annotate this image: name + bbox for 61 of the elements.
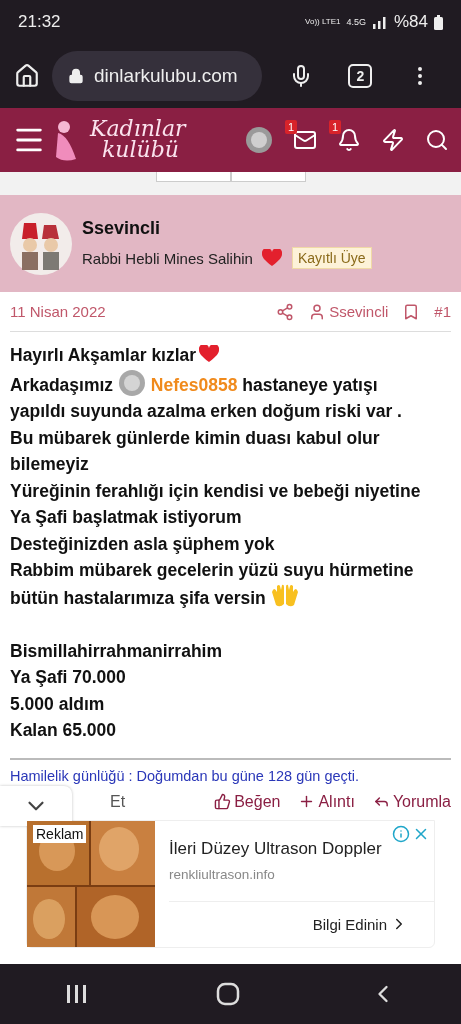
mail-icon[interactable] (293, 128, 317, 152)
post-text: Kalan 65.000 (10, 719, 117, 742)
home-button-icon[interactable] (215, 982, 240, 1006)
ad-title: İleri Düzey Ultrason Doppler (169, 838, 383, 859)
avatar-icon[interactable] (245, 126, 273, 154)
post-text: Rabbim mübarek gecelerin yüzü suyu hürmetine (10, 559, 414, 582)
post-number[interactable]: #1 (434, 303, 451, 320)
clock: 21:32 (18, 12, 61, 32)
collapse-button[interactable] (0, 785, 72, 826)
signal-icon (371, 15, 388, 29)
post-text: Ya Şafi 70.000 (10, 666, 126, 689)
tab-count-button[interactable]: 2 (348, 64, 373, 88)
post-text: Bu mübarek günlerde kimin duası kabul olur (10, 426, 380, 450)
post-text: Desteğinizden asla şüphem yok (10, 532, 275, 556)
post-text: bütün hastalarımıza şifa versin (10, 586, 266, 610)
post-action[interactable]: Alıntı (298, 792, 355, 811)
battery-percent: %84 (393, 12, 428, 32)
post-date[interactable]: 11 Nisan 2022 (10, 303, 106, 320)
post-action[interactable]: Yorumla (372, 792, 451, 811)
lightning-icon[interactable] (381, 128, 405, 152)
post-text: Bismillahirrahmanirrahim (10, 639, 223, 663)
user-signature: Rabbi Hebli Mines Salihin (82, 249, 253, 267)
share-icon[interactable] (276, 302, 295, 321)
raised-hands-icon (269, 583, 300, 608)
home-icon[interactable] (14, 63, 40, 89)
signature-text: Hamilelik günlüğü : Doğumdan bu güne 128 gün geçti. (10, 757, 451, 784)
post-text: Yüreğinin ferahlığı için kendisi ve bebeği niyetine (10, 479, 421, 503)
author-link[interactable]: Ssevincli (308, 302, 389, 321)
doll-logo-icon (54, 119, 78, 161)
mention-avatar-icon (118, 368, 146, 397)
ad-domain: renkliultrason.info (169, 866, 276, 882)
info-icon[interactable] (392, 824, 410, 843)
heart-icon (261, 249, 282, 267)
url-text: dinlarkulubu.com (94, 65, 238, 87)
post-text: Arkadaşımız (10, 373, 114, 397)
post-text: 5.000 aldım (10, 692, 105, 716)
alert-count: 1 (329, 120, 342, 134)
battery-icon (434, 14, 443, 30)
ad-card[interactable]: Reklam İleri Düzey Ultrason Doppler renkliultrason.info Bilgi Edinin (26, 819, 435, 948)
post-text: yapıldı suyunda azalma erken doğum riski var . (10, 400, 402, 423)
post-text: Hayırlı Akşamlar kızlar (10, 344, 197, 367)
message-count: 1 (285, 120, 298, 134)
post-text: hastaneye yatışı (242, 373, 378, 397)
heart-icon (199, 345, 220, 363)
recent-apps-icon[interactable] (64, 983, 87, 1005)
post-text: bilemeyiz (10, 453, 89, 476)
user-title-tag: Kayıtlı Üye (291, 247, 372, 269)
post-text: Ya Şafi başlatmak istiyorum (10, 506, 242, 529)
thumbs-up-icon (214, 793, 232, 810)
lock-icon (68, 68, 84, 84)
user-avatar (10, 212, 72, 275)
network-label: Vo)) LTE1 (305, 18, 341, 26)
post-action[interactable]: Beğen (214, 792, 281, 811)
username[interactable]: Ssevincli (82, 218, 372, 239)
report-link[interactable]: Et (110, 792, 126, 811)
address-bar[interactable]: dinlarkulubu.com (52, 51, 262, 101)
search-icon[interactable] (425, 128, 449, 152)
ad-cta-link[interactable]: Bilgi Edinin (312, 915, 408, 933)
site-logo[interactable]: Kadınlar kulübü (90, 119, 186, 161)
network-type: 4.5G (346, 17, 366, 27)
bell-icon[interactable] (337, 128, 361, 152)
